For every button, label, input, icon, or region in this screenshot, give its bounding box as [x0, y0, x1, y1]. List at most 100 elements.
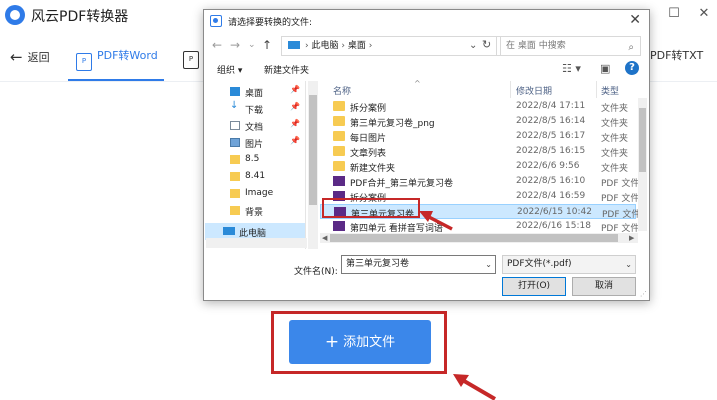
- open-button[interactable]: 打开(O): [502, 277, 566, 296]
- filetype-value: PDF文件(*.pdf): [507, 259, 572, 269]
- sort-caret-icon: ^: [414, 79, 421, 88]
- file-name: 拆分案例: [350, 104, 387, 114]
- breadcrumb-pc[interactable]: 此电脑: [311, 41, 338, 51]
- column-separator[interactable]: [510, 81, 511, 98]
- column-header-row: ^ 名称 修改日期 类型: [320, 79, 647, 98]
- nav-item-folder-8-5[interactable]: 8.5: [205, 151, 305, 168]
- preview-pane-icon[interactable]: ▣: [600, 62, 610, 75]
- new-folder-button[interactable]: 新建文件夹: [264, 63, 309, 76]
- forward-nav-icon[interactable]: →: [230, 38, 240, 52]
- filetype-select[interactable]: PDF文件(*.pdf) ⌄: [502, 255, 636, 274]
- document-icon: [230, 121, 240, 130]
- annotation-arrow-file: [419, 211, 453, 231]
- nav-label: 文档: [245, 123, 264, 133]
- file-horizontal-scrollbar[interactable]: ◀ ▶: [320, 233, 638, 243]
- annotation-arrow-add: [453, 374, 497, 400]
- organize-menu[interactable]: 组织 ▾: [217, 63, 242, 76]
- close-button[interactable]: ✕: [694, 6, 714, 22]
- folder-icon: [230, 189, 240, 198]
- cancel-button[interactable]: 取消: [572, 277, 636, 296]
- filename-value: 第三单元复习卷: [346, 259, 410, 269]
- file-row[interactable]: 第四单元 看拼音写词语 2022/6/16 15:18 PDF 文件: [320, 219, 639, 234]
- file-row[interactable]: 新建文件夹 2022/6/6 9:56 文件夹: [320, 159, 636, 174]
- file-row[interactable]: 第三单元复习卷_png 2022/8/5 16:14 文件夹: [320, 114, 636, 129]
- filename-input[interactable]: 第三单元复习卷 ⌄: [341, 255, 496, 274]
- column-separator[interactable]: [596, 81, 597, 98]
- app-logo: [5, 5, 25, 25]
- nav-item-folder-image[interactable]: Image: [205, 185, 305, 202]
- nav-horizontal-scrollbar[interactable]: [206, 238, 307, 248]
- maximize-button[interactable]: ☐: [664, 6, 684, 22]
- file-open-dialog: 请选择要转换的文件: ✕ ← → ⌄ ↑ › 此电脑 › 桌面 › ⌄ ↻ 在 …: [203, 9, 650, 301]
- breadcrumb-desktop[interactable]: 桌面: [348, 41, 366, 51]
- add-file-button[interactable]: + 添加文件: [289, 320, 431, 364]
- up-nav-icon[interactable]: ↑: [262, 38, 272, 52]
- nav-item-folder-8-41[interactable]: 8.41: [205, 168, 305, 185]
- pin-icon: 📌: [290, 119, 300, 128]
- arrow-left-icon: ←: [10, 48, 23, 66]
- nav-item-pictures[interactable]: 图片 📌: [205, 134, 305, 151]
- chevron-down-icon[interactable]: ⌄: [485, 256, 492, 273]
- scroll-left-icon[interactable]: ◀: [322, 233, 327, 243]
- recent-dropdown-icon[interactable]: ⌄: [248, 40, 256, 50]
- tab-pdf-partial[interactable]: P: [183, 47, 204, 69]
- folder-icon: [333, 131, 345, 141]
- search-placeholder: 在 桌面 中搜索: [506, 41, 566, 51]
- nav-item-folder-background[interactable]: 背景: [205, 202, 305, 219]
- chevron-down-icon: ⌄: [625, 260, 632, 269]
- picture-icon: [230, 138, 240, 147]
- nav-item-desktop[interactable]: 桌面 📌: [205, 83, 305, 100]
- file-date: 2022/8/5 16:17: [516, 131, 586, 141]
- file-vertical-scrollbar[interactable]: [638, 98, 647, 231]
- scroll-right-icon[interactable]: ▶: [629, 233, 634, 243]
- app-title: 风云PDF转换器: [31, 9, 129, 25]
- column-type[interactable]: 类型: [601, 84, 619, 97]
- file-scroll-thumb[interactable]: [639, 108, 646, 172]
- back-button[interactable]: ← 返回: [10, 48, 50, 66]
- file-name: 新建文件夹: [350, 164, 396, 174]
- resize-grip-icon[interactable]: ⋰: [640, 290, 647, 298]
- dialog-titlebar: 请选择要转换的文件: ✕: [204, 10, 649, 32]
- nav-vertical-scrollbar[interactable]: [308, 81, 318, 249]
- tab-pdf-to-word[interactable]: P PDF转Word: [76, 47, 158, 71]
- file-hscroll-thumb[interactable]: [330, 234, 618, 242]
- tab-label: PDF转TXT: [650, 49, 704, 62]
- search-input[interactable]: 在 桌面 中搜索 ⌕: [496, 36, 641, 56]
- pdf-file-icon: [333, 221, 345, 231]
- file-date: 2022/6/16 15:18: [516, 221, 591, 231]
- help-icon[interactable]: ?: [625, 61, 639, 75]
- folder-icon: [333, 161, 345, 171]
- pin-icon: 📌: [290, 136, 300, 145]
- column-name[interactable]: 名称: [333, 84, 351, 97]
- pdf-icon: P: [76, 53, 92, 71]
- download-icon: ↓: [230, 100, 239, 111]
- nav-label: 背景: [245, 208, 264, 218]
- folder-icon: [230, 155, 240, 164]
- view-options-icon[interactable]: ☷ ▾: [562, 62, 581, 75]
- file-row[interactable]: 文章列表 2022/8/5 16:15 文件夹: [320, 144, 636, 159]
- address-dropdown-icon[interactable]: ⌄: [469, 40, 477, 51]
- nav-label: 桌面: [245, 89, 264, 99]
- nav-item-downloads[interactable]: ↓ 下载 📌: [205, 100, 305, 117]
- file-row[interactable]: 每日图片 2022/8/5 16:17 文件夹: [320, 129, 636, 144]
- folder-icon: [230, 172, 240, 181]
- file-date: 2022/8/5 16:15: [516, 146, 586, 156]
- file-row[interactable]: 拆分案例 2022/8/4 17:11 文件夹: [320, 99, 636, 114]
- file-date: 2022/6/15 10:42: [517, 207, 592, 217]
- file-row[interactable]: PDF合并_第三单元复习卷 2022/8/5 16:10 PDF 文件: [320, 174, 640, 189]
- file-date: 2022/8/4 17:11: [516, 101, 586, 111]
- refresh-icon[interactable]: ↻: [482, 38, 491, 51]
- file-type: PDF 文件: [601, 179, 640, 189]
- nav-scroll-thumb[interactable]: [309, 95, 317, 205]
- dialog-close-icon[interactable]: ✕: [629, 12, 641, 28]
- file-date: 2022/6/6 9:56: [516, 161, 580, 171]
- dialog-title: 请选择要转换的文件:: [228, 18, 313, 28]
- add-file-label: 添加文件: [343, 335, 396, 350]
- column-date[interactable]: 修改日期: [516, 84, 552, 97]
- address-bar[interactable]: › 此电脑 › 桌面 ›: [281, 36, 501, 56]
- computer-icon: [223, 227, 235, 235]
- back-nav-icon[interactable]: ←: [212, 38, 222, 52]
- nav-item-documents[interactable]: 文档 📌: [205, 117, 305, 134]
- desktop-icon: [230, 87, 240, 96]
- tab-pdf-to-txt[interactable]: PDF转TXT: [650, 47, 703, 63]
